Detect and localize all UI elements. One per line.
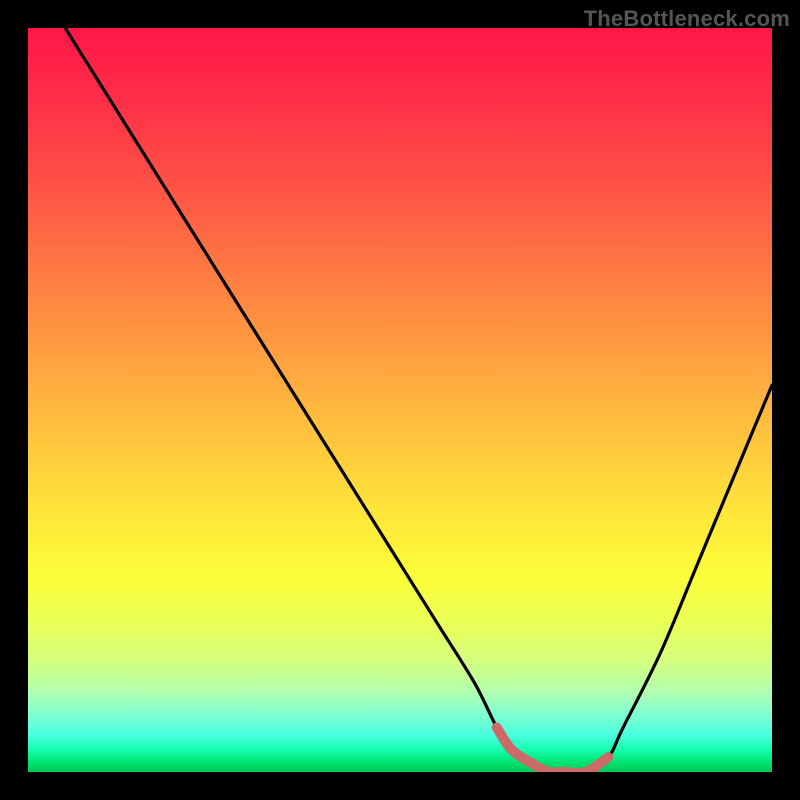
marker-layer (28, 28, 772, 772)
plot-area (28, 28, 772, 772)
optimal-range-marker (497, 727, 609, 772)
watermark-text: TheBottleneck.com (584, 6, 790, 32)
chart-container: TheBottleneck.com (0, 0, 800, 800)
